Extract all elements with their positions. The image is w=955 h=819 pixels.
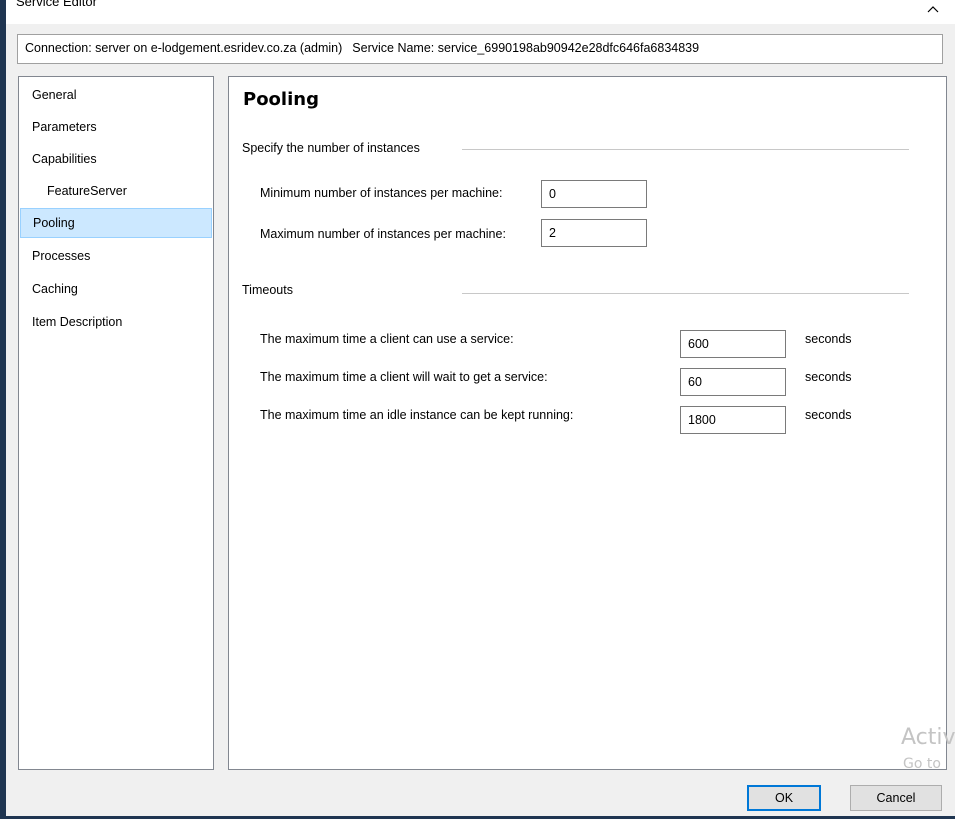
min-instances-label: Minimum number of instances per machine:	[260, 186, 503, 200]
nav-item-item-description[interactable]: Item Description	[20, 307, 212, 337]
max-idle-time-unit: seconds	[805, 408, 852, 422]
max-wait-time-unit: seconds	[805, 370, 852, 384]
connection-text: Connection: server on e-lodgement.esride…	[25, 41, 343, 55]
max-idle-time-input[interactable]: 1800	[680, 406, 786, 434]
connection-info-bar: Connection: server on e-lodgement.esride…	[17, 34, 943, 64]
nav-item-caching[interactable]: Caching	[20, 274, 212, 304]
nav-item-processes[interactable]: Processes	[20, 241, 212, 271]
max-use-time-input[interactable]: 600	[680, 330, 786, 358]
page-title: Pooling	[243, 89, 319, 110]
instances-group-label: Specify the number of instances	[242, 141, 420, 155]
activation-watermark-line1: Activ	[901, 725, 955, 750]
nav-item-general[interactable]: General	[20, 80, 212, 110]
max-instances-label: Maximum number of instances per machine:	[260, 227, 506, 241]
instances-group-divider	[462, 149, 909, 150]
service-editor-window: Service Editor Connection: server on e-l…	[6, 0, 955, 819]
timeouts-group-label: Timeouts	[242, 283, 293, 297]
max-instances-input[interactable]: 2	[541, 219, 647, 247]
max-wait-time-label: The maximum time a client will wait to g…	[260, 370, 548, 384]
collapse-icon[interactable]	[925, 2, 941, 18]
window-title: Service Editor	[16, 0, 97, 9]
max-use-time-unit: seconds	[805, 332, 852, 346]
ok-button[interactable]: OK	[747, 785, 821, 811]
max-idle-time-label: The maximum time an idle instance can be…	[260, 408, 574, 422]
pooling-panel: Pooling Specify the number of instances …	[228, 76, 955, 772]
title-bar: Service Editor	[6, 0, 955, 24]
nav-item-featureserver[interactable]: FeatureServer	[20, 176, 212, 206]
nav-panel: General Parameters Capabilities FeatureS…	[18, 76, 214, 770]
max-use-time-label: The maximum time a client can use a serv…	[260, 332, 514, 346]
service-name-text: Service Name: service_6990198ab90942e28d…	[352, 41, 700, 55]
timeouts-group-divider	[462, 293, 909, 294]
activation-watermark-line2: Go to	[903, 756, 941, 772]
max-wait-time-input[interactable]: 60	[680, 368, 786, 396]
min-instances-input[interactable]: 0	[541, 180, 647, 208]
cancel-button[interactable]: Cancel	[850, 785, 942, 811]
nav-item-parameters[interactable]: Parameters	[20, 112, 212, 142]
nav-item-pooling[interactable]: Pooling	[20, 208, 212, 238]
nav-item-capabilities[interactable]: Capabilities	[20, 144, 212, 174]
